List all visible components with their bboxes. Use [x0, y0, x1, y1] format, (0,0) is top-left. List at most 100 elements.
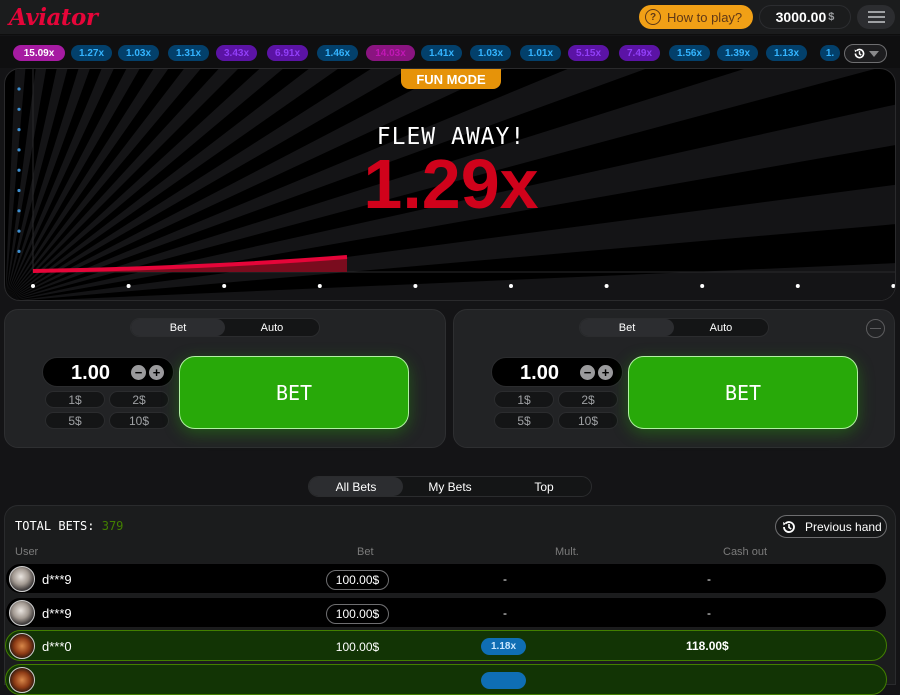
history-toggle-button[interactable]: [844, 44, 887, 63]
tab-bet[interactable]: Bet: [131, 319, 225, 336]
hamburger-icon: [867, 11, 885, 13]
bets-tabs: All Bets My Bets Top: [308, 476, 592, 497]
chevron-down-icon: [868, 50, 879, 57]
total-bets-count: 379: [101, 519, 124, 533]
row-user: d***0: [42, 639, 72, 654]
row-mult: [481, 671, 526, 689]
quick-amount-5[interactable]: 5$: [45, 412, 105, 429]
table-row: d***0 100.00$ 1.18x 118.00$: [5, 630, 887, 661]
bet-button[interactable]: BET: [628, 356, 858, 429]
quick-amount-5[interactable]: 5$: [494, 412, 554, 429]
history-multiplier[interactable]: 7.49x: [619, 45, 660, 61]
row-user: d***9: [42, 605, 72, 621]
quick-amount-1[interactable]: 1$: [494, 391, 554, 408]
balance-value: 3000.00: [775, 9, 827, 25]
quick-amount-2[interactable]: 2$: [558, 391, 618, 408]
remove-panel-button[interactable]: [866, 319, 885, 338]
x-axis-dot: [604, 284, 609, 288]
tab-auto[interactable]: Auto: [225, 319, 319, 336]
tab-all-bets[interactable]: All Bets: [309, 477, 403, 496]
history-multiplier[interactable]: 15.09x: [13, 45, 65, 61]
avatar: [9, 666, 35, 693]
bet-button[interactable]: BET: [179, 356, 409, 429]
row-user: d***9: [42, 572, 72, 587]
minus-icon[interactable]: −: [580, 365, 595, 380]
history-multiplier[interactable]: 1.: [820, 45, 840, 61]
x-axis-dot: [222, 284, 227, 288]
quick-amount-10[interactable]: 10$: [109, 412, 169, 429]
row-cashout: -: [707, 605, 711, 620]
row-cashout: -: [707, 572, 711, 586]
row-mult: -: [503, 605, 507, 620]
y-axis-dot: [17, 249, 21, 253]
history-multiplier[interactable]: 1.46x: [317, 45, 358, 61]
quick-amount-2[interactable]: 2$: [109, 391, 169, 408]
y-axis-dot: [17, 107, 21, 111]
bet-amount-field[interactable]: 1.00 − +: [42, 357, 174, 387]
bet-mode-tabs: Bet Auto: [130, 318, 320, 337]
minus-icon: [870, 328, 881, 329]
plus-icon[interactable]: +: [149, 365, 164, 380]
history-icon: [783, 520, 795, 533]
tab-auto[interactable]: Auto: [674, 319, 768, 336]
history-multiplier[interactable]: 1.01x: [520, 45, 561, 61]
aviator-logo[interactable]: Aviator: [9, 4, 98, 31]
previous-hand-button[interactable]: Previous hand: [775, 515, 887, 538]
bet-amount-value[interactable]: 1.00: [492, 362, 587, 385]
x-axis-dot: [700, 284, 705, 288]
history-multiplier[interactable]: 1.27x: [71, 45, 112, 61]
tab-my-bets[interactable]: My Bets: [403, 477, 497, 496]
column-cashout: Cash out: [723, 546, 768, 558]
total-bets: TOTAL BETS: 379: [15, 519, 123, 533]
history-multiplier[interactable]: 1.31x: [168, 45, 209, 61]
bet-amount-field[interactable]: 1.00 − +: [491, 357, 623, 387]
bet-mode-tabs: Bet Auto: [579, 318, 769, 337]
quick-amount-10[interactable]: 10$: [558, 412, 618, 429]
history-multiplier[interactable]: 5.15x: [568, 45, 609, 61]
history-multiplier[interactable]: 1.13x: [766, 45, 807, 61]
bet-panel-2: Bet Auto 1.00 − + 1$ 2$ 5$ 10$ BET: [453, 309, 895, 448]
balance-currency: $: [828, 11, 835, 23]
row-mult: -: [503, 572, 507, 586]
avatar: [9, 566, 35, 592]
header: Aviator ? How to play? 3000.00 $: [0, 0, 900, 35]
x-axis-dot: [317, 284, 322, 288]
menu-button[interactable]: [857, 5, 895, 29]
bets-table: TOTAL BETS: 379 Previous hand User Bet M…: [4, 505, 896, 695]
row-bet: 100.00$: [335, 640, 380, 654]
fun-mode-badge: FUN MODE: [401, 69, 501, 89]
x-axis-dot: [795, 284, 800, 288]
hamburger-icon-line: [867, 21, 885, 23]
history-multiplier[interactable]: 6.91x: [267, 45, 308, 61]
how-to-play-button[interactable]: ? How to play?: [639, 5, 753, 29]
x-axis-dot: [891, 284, 895, 288]
history-icon: [854, 48, 864, 59]
history-multiplier[interactable]: 14.03x: [366, 45, 415, 61]
question-icon: ?: [645, 9, 661, 25]
bet-amount-value[interactable]: 1.00: [43, 362, 138, 385]
table-row: [5, 663, 887, 695]
hamburger-icon-line: [867, 16, 885, 18]
plus-icon[interactable]: +: [598, 365, 613, 380]
total-bets-label: TOTAL BETS:: [15, 519, 95, 533]
table-row: d***9 100.00$ - -: [5, 596, 887, 628]
row-mult: 1.18x: [481, 638, 526, 655]
tab-bet[interactable]: Bet: [580, 319, 674, 336]
history-multiplier[interactable]: 1.41x: [421, 45, 462, 61]
bet-panel-1: Bet Auto 1.00 − + 1$ 2$ 5$ 10$ BET: [4, 309, 446, 448]
column-user: User: [15, 546, 39, 558]
how-to-play-label: How to play?: [667, 9, 743, 25]
history-multiplier[interactable]: 3.43x: [216, 45, 257, 61]
history-multiplier[interactable]: 1.03x: [118, 45, 159, 61]
x-axis-dot: [413, 284, 418, 288]
history-multiplier[interactable]: 1.56x: [669, 45, 710, 61]
history-multiplier[interactable]: 1.03x: [470, 45, 511, 61]
quick-amount-1[interactable]: 1$: [45, 391, 105, 408]
history-multiplier[interactable]: 1.39x: [717, 45, 758, 61]
row-bet: 100.00$: [326, 570, 389, 590]
game-stage: FUN MODE FLEW AWAY! 1.29x: [4, 68, 896, 301]
x-axis-dot: [31, 284, 35, 288]
minus-icon[interactable]: −: [131, 365, 146, 380]
row-bet: 100.00$: [326, 603, 389, 624]
tab-top[interactable]: Top: [497, 477, 591, 496]
